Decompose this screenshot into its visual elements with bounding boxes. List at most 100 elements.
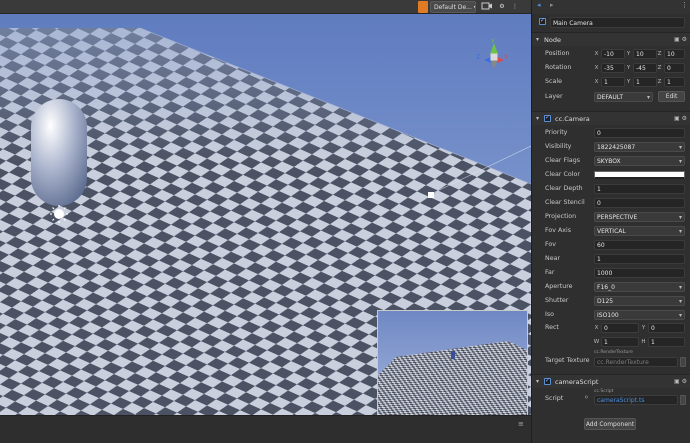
position-x-field[interactable]: -10 — [601, 49, 625, 59]
gizmo-x-label: X — [504, 54, 508, 61]
script-enabled-checkbox[interactable] — [544, 377, 551, 385]
visibility-label: Visibility — [545, 143, 572, 150]
fov-axis-select[interactable]: VERTICAL — [594, 226, 685, 236]
rect-w-axis: W — [593, 339, 600, 345]
scale-y-axis: Y — [626, 79, 631, 85]
script-section-header[interactable]: ▾ cameraScript ▣ ⚙ — [532, 374, 690, 388]
rotation-y-field[interactable]: -45 — [633, 63, 657, 73]
target-texture-type-tag: cc.RenderTexture — [594, 350, 633, 355]
rect-y-field[interactable]: 0 — [648, 323, 685, 333]
far-label: Far — [545, 269, 555, 276]
script-type-tag: cc.Script — [594, 389, 614, 394]
priority-label: Priority — [545, 129, 568, 136]
layer-edit-button[interactable]: Edit — [658, 91, 685, 102]
clear-flags-label: Clear Flags — [545, 157, 580, 164]
layer-select[interactable]: DEFAULT — [594, 92, 653, 102]
scale-z-field[interactable]: 1 — [664, 77, 685, 87]
rect-x-field[interactable]: 0 — [601, 323, 639, 333]
position-y-field[interactable]: 10 — [633, 49, 657, 59]
near-field[interactable]: 1 — [594, 254, 685, 264]
position-y-axis: Y — [626, 51, 631, 57]
near-label: Near — [545, 255, 561, 262]
camera-icon[interactable] — [480, 1, 494, 13]
camera-section-header[interactable]: ▾ cc.Camera ▣ ⚙ — [532, 111, 690, 125]
section-help-gear-icons[interactable]: ▣ ⚙ — [674, 375, 687, 389]
editor-window: Default De... ▾ ⚙ ⋮ — [0, 0, 690, 443]
more-icon[interactable]: ⋮ — [681, 1, 688, 9]
scene-viewport[interactable]: Y X Z — [0, 14, 531, 415]
aperture-select[interactable]: F16_0 — [594, 282, 685, 292]
forward-icon[interactable]: ▸ — [550, 1, 554, 9]
inspector-nav: ◂ ▸ ⋮ — [532, 0, 690, 14]
node-section-header[interactable]: ▾ Node ▣ ⚙ — [532, 32, 690, 46]
collapse-caret-icon[interactable]: ▾ — [536, 375, 539, 389]
gear-icon[interactable]: ⚙ — [497, 1, 507, 13]
node-active-checkbox[interactable] — [539, 17, 546, 25]
rect-label: Rect — [545, 324, 559, 331]
scene-toolbar: Default De... ▾ ⚙ ⋮ — [0, 0, 531, 14]
node-name-field[interactable]: Main Camera — [550, 17, 685, 28]
clear-flags-select[interactable]: SKYBOX — [594, 156, 685, 166]
fov-field[interactable]: 60 — [594, 240, 685, 250]
shutter-select[interactable]: D125 — [594, 296, 685, 306]
rotation-z-field[interactable]: 0 — [664, 63, 685, 73]
capsule-object — [31, 99, 87, 206]
projection-label: Projection — [545, 213, 577, 220]
collapse-caret-icon[interactable]: ▾ — [536, 112, 539, 126]
shutter-label: Shutter — [545, 297, 569, 304]
collapse-caret-icon[interactable]: ▾ — [536, 33, 539, 47]
rect-h-field[interactable]: 1 — [648, 337, 685, 347]
rotation-x-field[interactable]: -35 — [601, 63, 625, 73]
section-help-gear-icons[interactable]: ▣ ⚙ — [674, 33, 687, 47]
visibility-select[interactable]: 1822425087 — [594, 142, 685, 152]
scale-x-field[interactable]: 1 — [601, 77, 625, 87]
clear-stencil-field[interactable]: 0 — [594, 198, 685, 208]
fov-axis-label: Fov Axis — [545, 227, 572, 234]
camera-enabled-checkbox[interactable] — [544, 114, 551, 122]
far-field[interactable]: 1000 — [594, 268, 685, 278]
clear-depth-label: Clear Depth — [545, 185, 583, 192]
camera-preview — [377, 310, 528, 415]
aperture-label: Aperture — [545, 283, 573, 290]
rect-w-field[interactable]: 1 — [601, 337, 639, 347]
rect-y-axis: Y — [641, 325, 646, 331]
script-asset-field[interactable]: cameraScript.ts — [594, 395, 678, 405]
section-help-gear-icons[interactable]: ▣ ⚙ — [674, 112, 687, 126]
asset-picker-icon[interactable] — [680, 395, 686, 405]
position-z-axis: Z — [657, 51, 662, 57]
scale-x-axis: X — [594, 79, 599, 85]
iso-select[interactable]: ISO100 — [594, 310, 685, 320]
scene-view-dropdown[interactable]: Default De... ▾ — [430, 1, 476, 13]
scene-bottom-bar: ≡ — [0, 415, 531, 443]
rotation-y-axis: Y — [626, 65, 631, 71]
drag-grip-icon[interactable]: ≡ — [518, 420, 528, 428]
fov-label: Fov — [545, 241, 556, 248]
layer-label: Layer — [545, 93, 563, 100]
clear-color-swatch[interactable] — [594, 171, 685, 179]
projection-select[interactable]: PERSPECTIVE — [594, 212, 685, 222]
clear-color-label: Clear Color — [545, 171, 580, 178]
asset-picker-icon[interactable] — [680, 357, 686, 367]
iso-label: Iso — [545, 311, 554, 318]
position-x-axis: X — [594, 51, 599, 57]
position-label: Position — [545, 50, 570, 57]
position-z-field[interactable]: 10 — [664, 49, 685, 59]
rect-x-axis: X — [594, 325, 599, 331]
more-icon[interactable]: ⋮ — [511, 1, 519, 13]
rotation-z-axis: Z — [657, 65, 662, 71]
inspector-panel: ◂ ▸ ⋮ Main Camera ▾ Node ▣ ⚙ Position X … — [531, 0, 690, 443]
lock-icon: ⚪ — [584, 395, 589, 401]
scene-view-dropdown-label: Default De... — [434, 4, 472, 11]
scale-y-field[interactable]: 1 — [633, 77, 657, 87]
target-texture-field[interactable]: cc.RenderTexture — [594, 357, 678, 367]
priority-field[interactable]: 0 — [594, 128, 685, 138]
rotation-label: Rotation — [545, 64, 572, 71]
scene-orange-button[interactable] — [418, 1, 428, 13]
gizmo-y-label: Y — [490, 38, 495, 45]
camera-section-title: cc.Camera — [555, 115, 590, 123]
scale-z-axis: Z — [657, 79, 662, 85]
back-icon[interactable]: ◂ — [537, 1, 541, 9]
add-component-button[interactable]: Add Component — [584, 418, 636, 430]
clear-depth-field[interactable]: 1 — [594, 184, 685, 194]
gizmo-z-label: Z — [476, 54, 480, 61]
